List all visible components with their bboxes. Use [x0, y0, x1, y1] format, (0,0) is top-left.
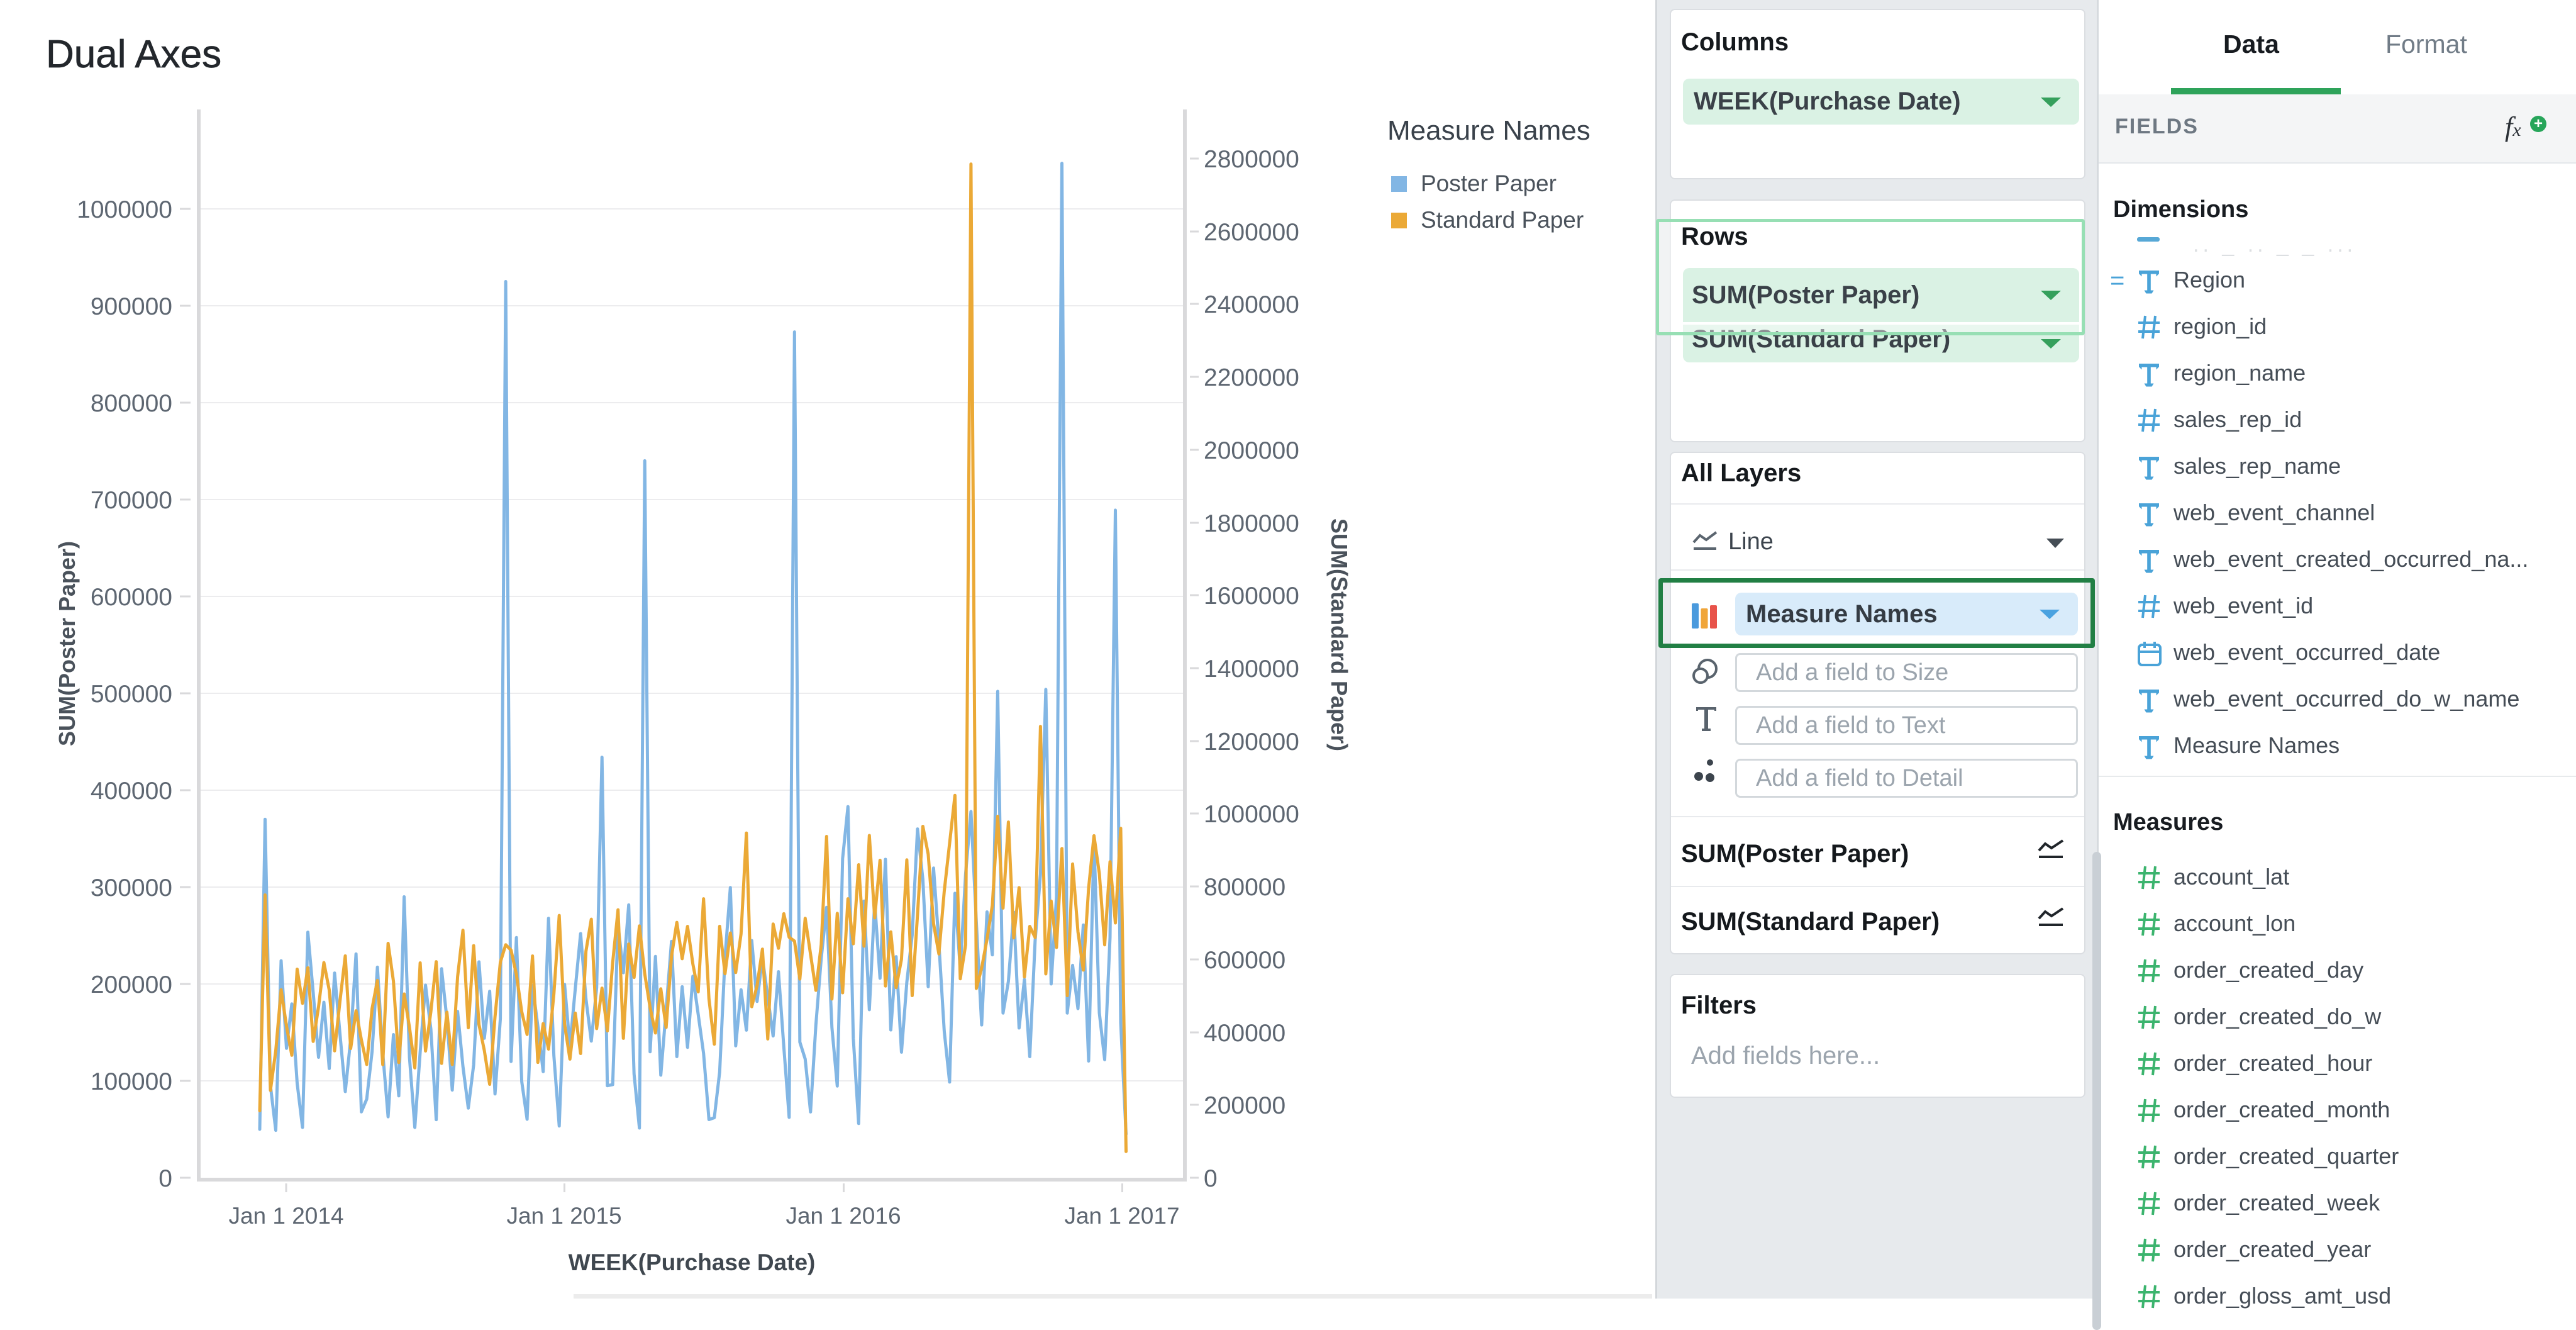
- svg-text:1800000: 1800000: [1204, 510, 1299, 537]
- svg-text:700000: 700000: [91, 487, 172, 514]
- svg-text:100000: 100000: [91, 1068, 172, 1095]
- svg-text:0: 0: [158, 1165, 172, 1192]
- svg-text:2000000: 2000000: [1204, 437, 1299, 464]
- svg-text:Jan 1 2017: Jan 1 2017: [1064, 1203, 1179, 1229]
- svg-text:WEEK(Purchase Date): WEEK(Purchase Date): [569, 1249, 816, 1275]
- svg-text:400000: 400000: [1204, 1020, 1285, 1047]
- svg-text:800000: 800000: [91, 390, 172, 417]
- svg-text:2200000: 2200000: [1204, 364, 1299, 391]
- svg-text:SUM(Standard Paper): SUM(Standard Paper): [1326, 518, 1352, 751]
- svg-text:Jan 1 2014: Jan 1 2014: [228, 1203, 343, 1229]
- svg-text:2600000: 2600000: [1204, 219, 1299, 246]
- svg-text:1200000: 1200000: [1204, 729, 1299, 756]
- svg-text:200000: 200000: [1204, 1092, 1285, 1119]
- svg-text:1000000: 1000000: [1204, 801, 1299, 828]
- svg-text:1600000: 1600000: [1204, 583, 1299, 610]
- svg-text:200000: 200000: [91, 971, 172, 998]
- svg-text:SUM(Poster Paper): SUM(Poster Paper): [54, 541, 80, 746]
- svg-text:900000: 900000: [91, 293, 172, 320]
- svg-text:600000: 600000: [91, 584, 172, 611]
- svg-text:Jan 1 2016: Jan 1 2016: [786, 1203, 901, 1229]
- svg-text:800000: 800000: [1204, 874, 1285, 901]
- svg-text:Standard Paper: Standard Paper: [1421, 207, 1584, 233]
- svg-text:2800000: 2800000: [1204, 146, 1299, 173]
- svg-text:1400000: 1400000: [1204, 656, 1299, 683]
- svg-text:1000000: 1000000: [77, 196, 172, 223]
- svg-text:Jan 1 2015: Jan 1 2015: [506, 1203, 621, 1229]
- svg-text:600000: 600000: [1204, 947, 1285, 974]
- svg-text:2400000: 2400000: [1204, 291, 1299, 318]
- svg-text:500000: 500000: [91, 681, 172, 708]
- svg-text:400000: 400000: [91, 778, 172, 805]
- svg-text:Poster Paper: Poster Paper: [1421, 170, 1557, 196]
- svg-text:Measure Names: Measure Names: [1387, 115, 1591, 146]
- svg-text:0: 0: [1204, 1165, 1218, 1192]
- svg-text:300000: 300000: [91, 875, 172, 902]
